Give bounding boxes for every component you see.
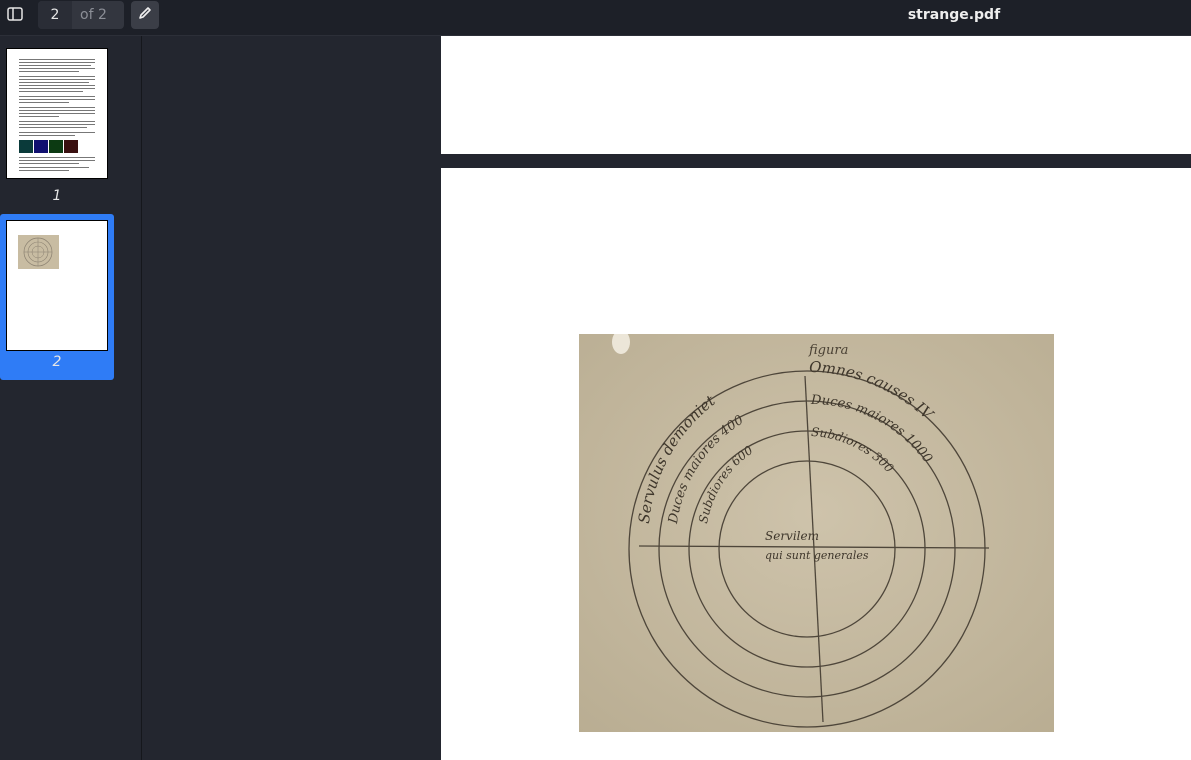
toolbar: 2 of 2 strange.pdf bbox=[0, 0, 1191, 36]
pencil-icon bbox=[137, 5, 153, 25]
thumbnail-image bbox=[6, 48, 108, 179]
document-title: strange.pdf bbox=[907, 7, 1001, 23]
center-text: Servilem bbox=[765, 529, 819, 543]
pdf-page-2: figura Omnes causes IV Servulus demoniet… bbox=[441, 168, 1191, 760]
thumbnail-page-1[interactable]: 1 bbox=[0, 42, 114, 212]
manuscript-figure: figura Omnes causes IV Servulus demoniet… bbox=[579, 330, 1054, 732]
thumbnail-label: 1 bbox=[52, 188, 62, 204]
page-count-label: of 2 bbox=[80, 7, 107, 23]
annotate-button[interactable] bbox=[131, 1, 159, 29]
thumbnail-label: 2 bbox=[52, 354, 62, 370]
thumbnail-image bbox=[6, 220, 108, 351]
sidebar-toggle-button[interactable] bbox=[1, 1, 29, 29]
page-navigator: 2 of 2 bbox=[38, 1, 124, 29]
pdf-page-1 bbox=[441, 36, 1191, 154]
sidebar-icon bbox=[7, 6, 23, 25]
thumbnail-sidebar: 1 2 bbox=[0, 36, 142, 760]
figure-heading: figura bbox=[808, 343, 848, 358]
center-text: qui sunt generales bbox=[765, 549, 869, 562]
thumbnail-page-2[interactable]: 2 bbox=[0, 214, 114, 380]
page-number-input[interactable]: 2 bbox=[38, 1, 72, 29]
document-viewer[interactable]: figura Omnes causes IV Servulus demoniet… bbox=[143, 36, 1191, 760]
